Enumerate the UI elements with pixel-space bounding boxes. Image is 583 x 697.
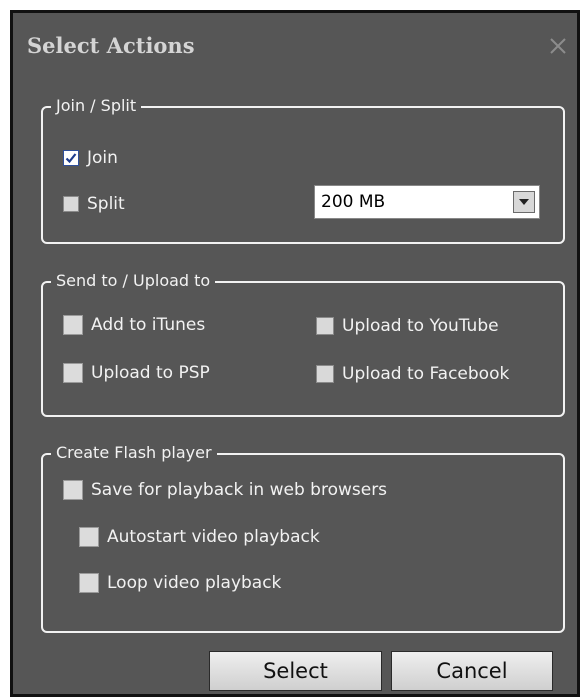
autostart-label: Autostart video playback bbox=[107, 527, 320, 547]
join-split-legend: Join / Split bbox=[51, 96, 142, 116]
join-label: Join bbox=[87, 148, 118, 168]
youtube-label: Upload to YouTube bbox=[342, 316, 499, 336]
split-size-value: 200 MB bbox=[321, 192, 386, 212]
psp-checkbox[interactable] bbox=[63, 363, 83, 383]
join-split-group: Join / Split bbox=[41, 96, 565, 244]
autostart-checkbox-row[interactable]: Autostart video playback bbox=[79, 527, 320, 547]
close-icon[interactable] bbox=[547, 35, 569, 57]
loop-checkbox-row[interactable]: Loop video playback bbox=[79, 573, 281, 593]
split-size-select[interactable]: 200 MB bbox=[314, 185, 540, 219]
save-web-label: Save for playback in web browsers bbox=[91, 480, 388, 500]
select-button[interactable]: Select bbox=[209, 651, 382, 691]
loop-checkbox[interactable] bbox=[79, 573, 99, 593]
facebook-checkbox-row[interactable]: Upload to Facebook bbox=[316, 364, 509, 384]
facebook-label: Upload to Facebook bbox=[342, 364, 510, 384]
facebook-checkbox[interactable] bbox=[316, 365, 334, 383]
split-label: Split bbox=[87, 194, 125, 214]
cancel-button[interactable]: Cancel bbox=[391, 651, 553, 691]
youtube-checkbox[interactable] bbox=[316, 317, 334, 335]
chevron-down-icon[interactable] bbox=[513, 191, 535, 213]
loop-label: Loop video playback bbox=[107, 573, 282, 593]
itunes-checkbox[interactable] bbox=[63, 315, 83, 335]
save-web-checkbox[interactable] bbox=[63, 480, 83, 500]
dialog-title: Select Actions bbox=[27, 33, 195, 58]
itunes-label: Add to iTunes bbox=[91, 315, 206, 335]
split-checkbox-row[interactable]: Split bbox=[63, 194, 125, 214]
select-actions-dialog: Select Actions Join / Split Join Split 2… bbox=[10, 10, 580, 697]
send-upload-legend: Send to / Upload to bbox=[51, 271, 216, 291]
save-web-checkbox-row[interactable]: Save for playback in web browsers bbox=[63, 480, 387, 500]
join-checkbox-row[interactable]: Join bbox=[63, 148, 118, 168]
flash-player-legend: Create Flash player bbox=[51, 443, 217, 463]
title-bar: Select Actions bbox=[13, 13, 577, 75]
send-upload-group: Send to / Upload to bbox=[41, 271, 565, 417]
psp-label: Upload to PSP bbox=[91, 363, 210, 383]
youtube-checkbox-row[interactable]: Upload to YouTube bbox=[316, 316, 499, 336]
itunes-checkbox-row[interactable]: Add to iTunes bbox=[63, 315, 205, 335]
psp-checkbox-row[interactable]: Upload to PSP bbox=[63, 363, 210, 383]
join-checkbox[interactable] bbox=[63, 150, 79, 166]
split-checkbox[interactable] bbox=[63, 196, 79, 212]
autostart-checkbox[interactable] bbox=[79, 527, 99, 547]
